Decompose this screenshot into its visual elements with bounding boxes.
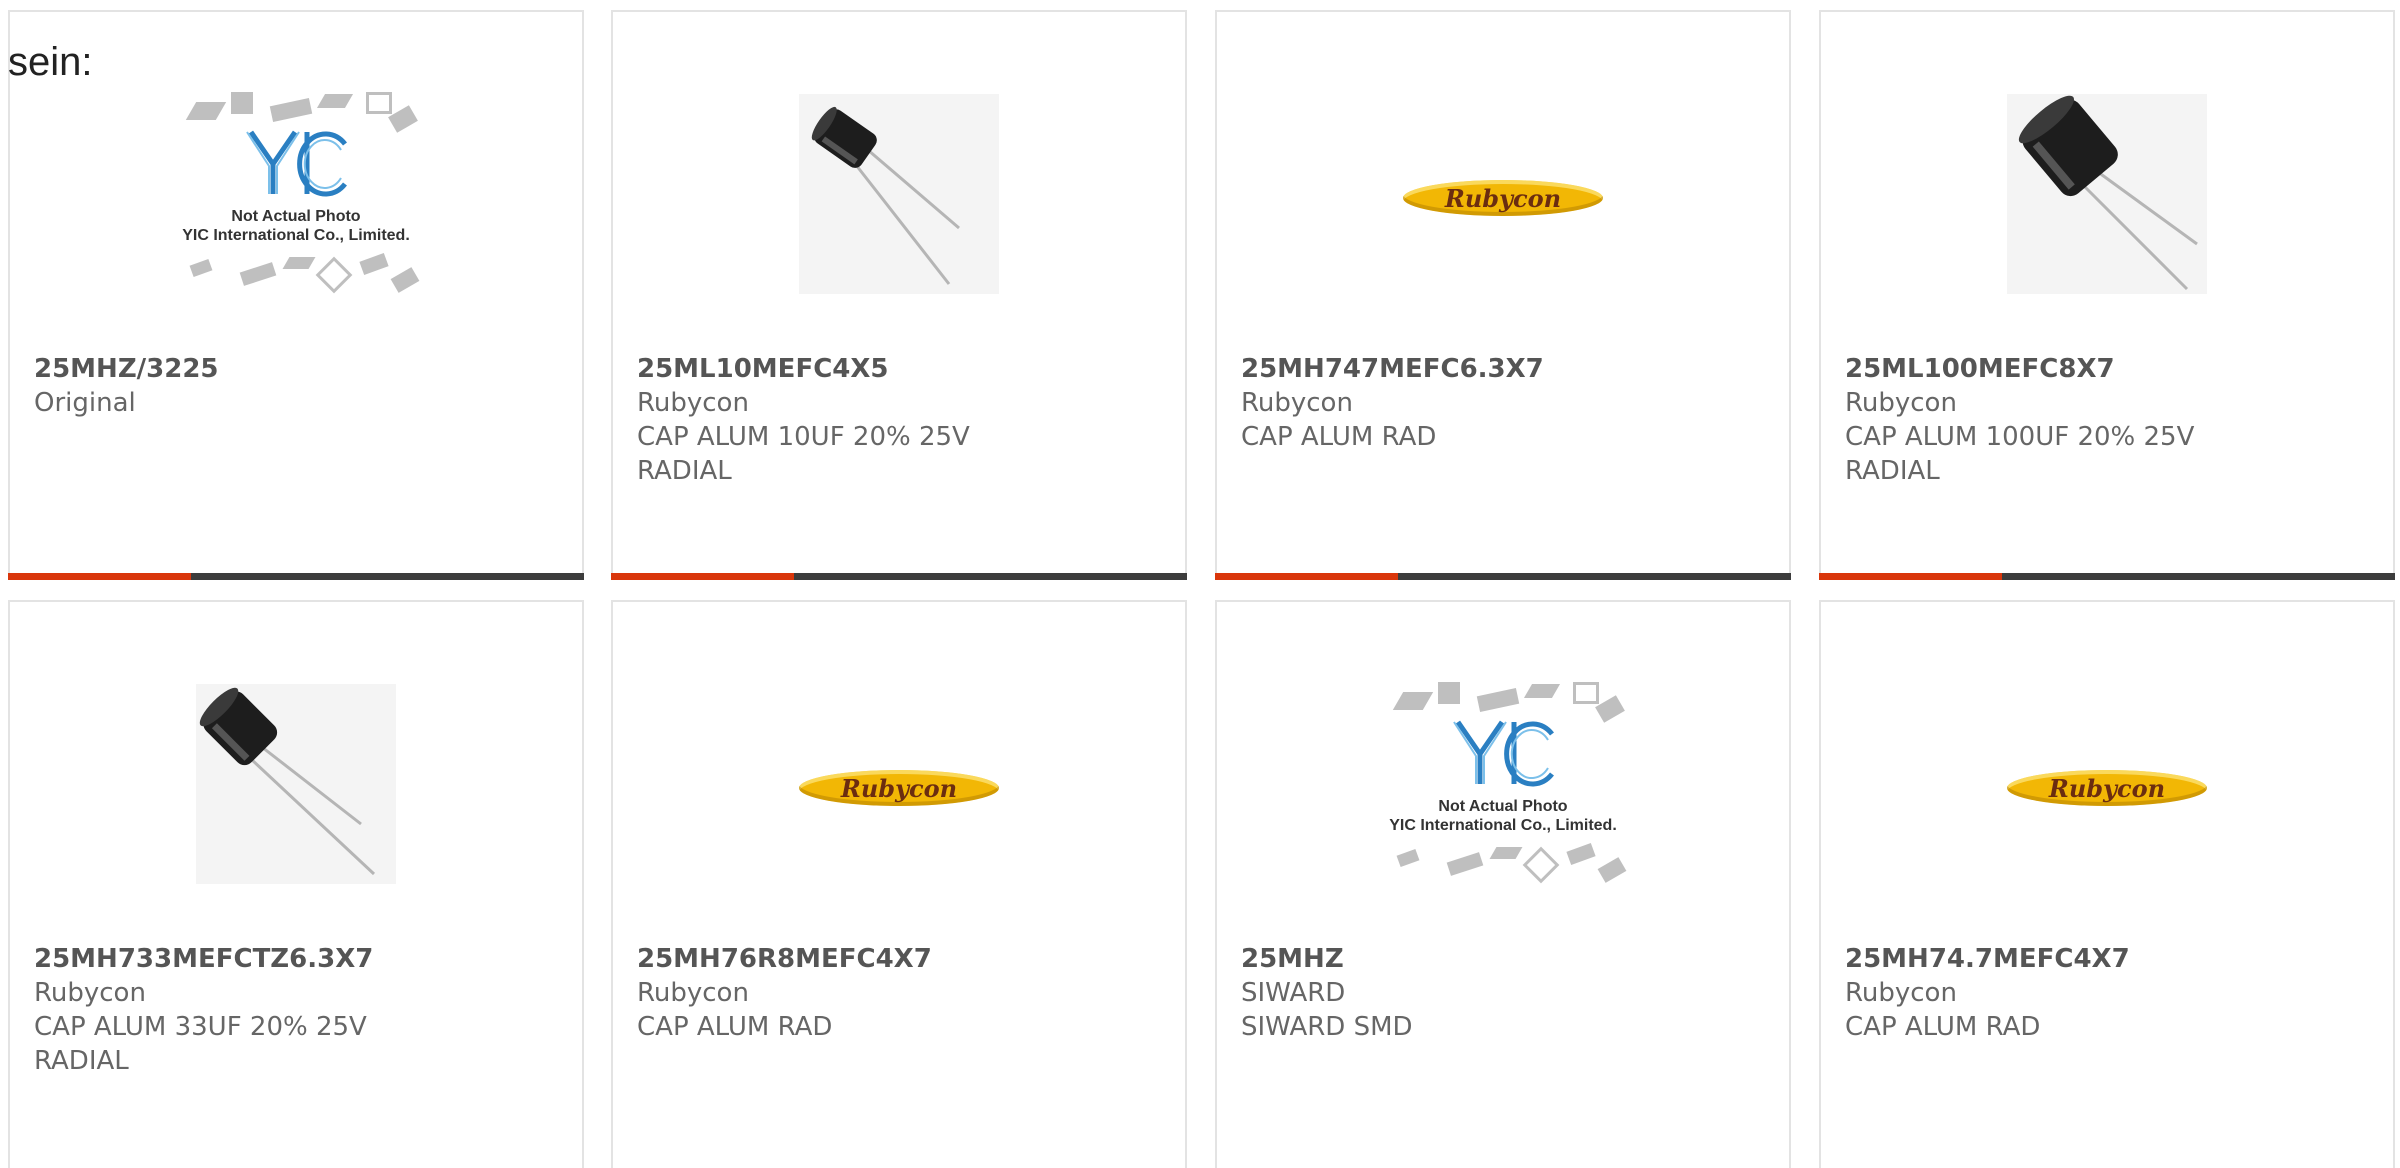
description: SIWARD SMD (1241, 1012, 1413, 1042)
manufacturer: Rubycon (1845, 978, 1957, 1008)
capacitor-photo (2007, 94, 2207, 294)
product-image[interactable]: Rubycon (613, 662, 1185, 902)
description: CAP ALUM RAD (1241, 422, 1437, 452)
placeholder-image: Not Actual Photo YIC International Co., … (161, 72, 431, 312)
manufacturer: Rubycon (34, 978, 146, 1008)
part-number[interactable]: 25ML100MEFC8X7 (1845, 352, 2373, 386)
capacitor-photo (799, 94, 999, 294)
description: CAP ALUM RAD (637, 1012, 833, 1042)
description: CAP ALUM 33UF 20% 25V RADIAL (34, 1012, 367, 1076)
product-card[interactable]: Rubycon 25MH747MEFC6.3X7 Rubycon CAP ALU… (1215, 10, 1791, 580)
product-image[interactable] (10, 662, 582, 902)
lead-text: sein: (8, 40, 93, 84)
product-image[interactable]: Not Actual Photo YIC International Co., … (10, 72, 582, 312)
part-number[interactable]: 25MH733MEFCTZ6.3X7 (34, 942, 562, 976)
rubycon-logo-icon: Rubycon (2007, 770, 2207, 806)
card-bar (8, 573, 584, 580)
card-bar (611, 573, 1187, 580)
product-card[interactable]: 25MH733MEFCTZ6.3X7 Rubycon CAP ALUM 33UF… (8, 600, 584, 1168)
rubycon-logo-icon: Rubycon (1403, 180, 1603, 216)
placeholder-line-1: Not Actual Photo (1438, 798, 1568, 815)
part-number[interactable]: 25MH76R8MEFC4X7 (637, 942, 1165, 976)
product-card[interactable]: Not Actual Photo YIC International Co., … (8, 10, 584, 580)
placeholder-line-2: YIC International Co., Limited. (182, 227, 410, 244)
description: CAP ALUM RAD (1845, 1012, 2041, 1042)
product-card[interactable]: Rubycon 25MH76R8MEFC4X7 Rubycon CAP ALUM… (611, 600, 1187, 1168)
yic-logo-icon (246, 130, 347, 197)
capacitor-photo (196, 684, 396, 884)
manufacturer: Rubycon (1845, 388, 1957, 418)
product-image[interactable] (613, 72, 1185, 312)
part-number[interactable]: 25MHZ/3225 (34, 352, 562, 386)
part-number[interactable]: 25ML10MEFC4X5 (637, 352, 1165, 386)
product-image[interactable]: Rubycon (1821, 662, 2393, 902)
product-image[interactable]: Rubycon (1217, 72, 1789, 312)
part-number[interactable]: 25MH747MEFC6.3X7 (1241, 352, 1769, 386)
card-bar (1215, 573, 1791, 580)
manufacturer: Rubycon (637, 388, 749, 418)
yic-logo-icon (1453, 720, 1554, 787)
description: CAP ALUM 10UF 20% 25V RADIAL (637, 422, 970, 486)
product-card[interactable]: 25ML100MEFC8X7 Rubycon CAP ALUM 100UF 20… (1819, 10, 2395, 580)
product-card[interactable]: Not Actual Photo YIC International Co., … (1215, 600, 1791, 1168)
part-number[interactable]: 25MHZ (1241, 942, 1769, 976)
product-image[interactable]: Not Actual Photo YIC International Co., … (1217, 662, 1789, 902)
manufacturer: SIWARD (1241, 978, 1346, 1008)
product-image[interactable] (1821, 72, 2393, 312)
product-card[interactable]: 25ML10MEFC4X5 Rubycon CAP ALUM 10UF 20% … (611, 10, 1187, 580)
description: CAP ALUM 100UF 20% 25V RADIAL (1845, 422, 2195, 486)
placeholder-line-2: YIC International Co., Limited. (1389, 817, 1617, 834)
product-card[interactable]: Rubycon 25MH74.7MEFC4X7 Rubycon CAP ALUM… (1819, 600, 2395, 1168)
manufacturer: Rubycon (637, 978, 749, 1008)
placeholder-image: Not Actual Photo YIC International Co., … (1368, 662, 1638, 902)
placeholder-line-1: Not Actual Photo (231, 208, 361, 225)
part-number[interactable]: 25MH74.7MEFC4X7 (1845, 942, 2373, 976)
manufacturer: Original (34, 388, 136, 418)
manufacturer: Rubycon (1241, 388, 1353, 418)
product-grid: Not Actual Photo YIC International Co., … (0, 0, 2400, 1168)
card-bar (1819, 573, 2395, 580)
rubycon-logo-icon: Rubycon (799, 770, 999, 806)
